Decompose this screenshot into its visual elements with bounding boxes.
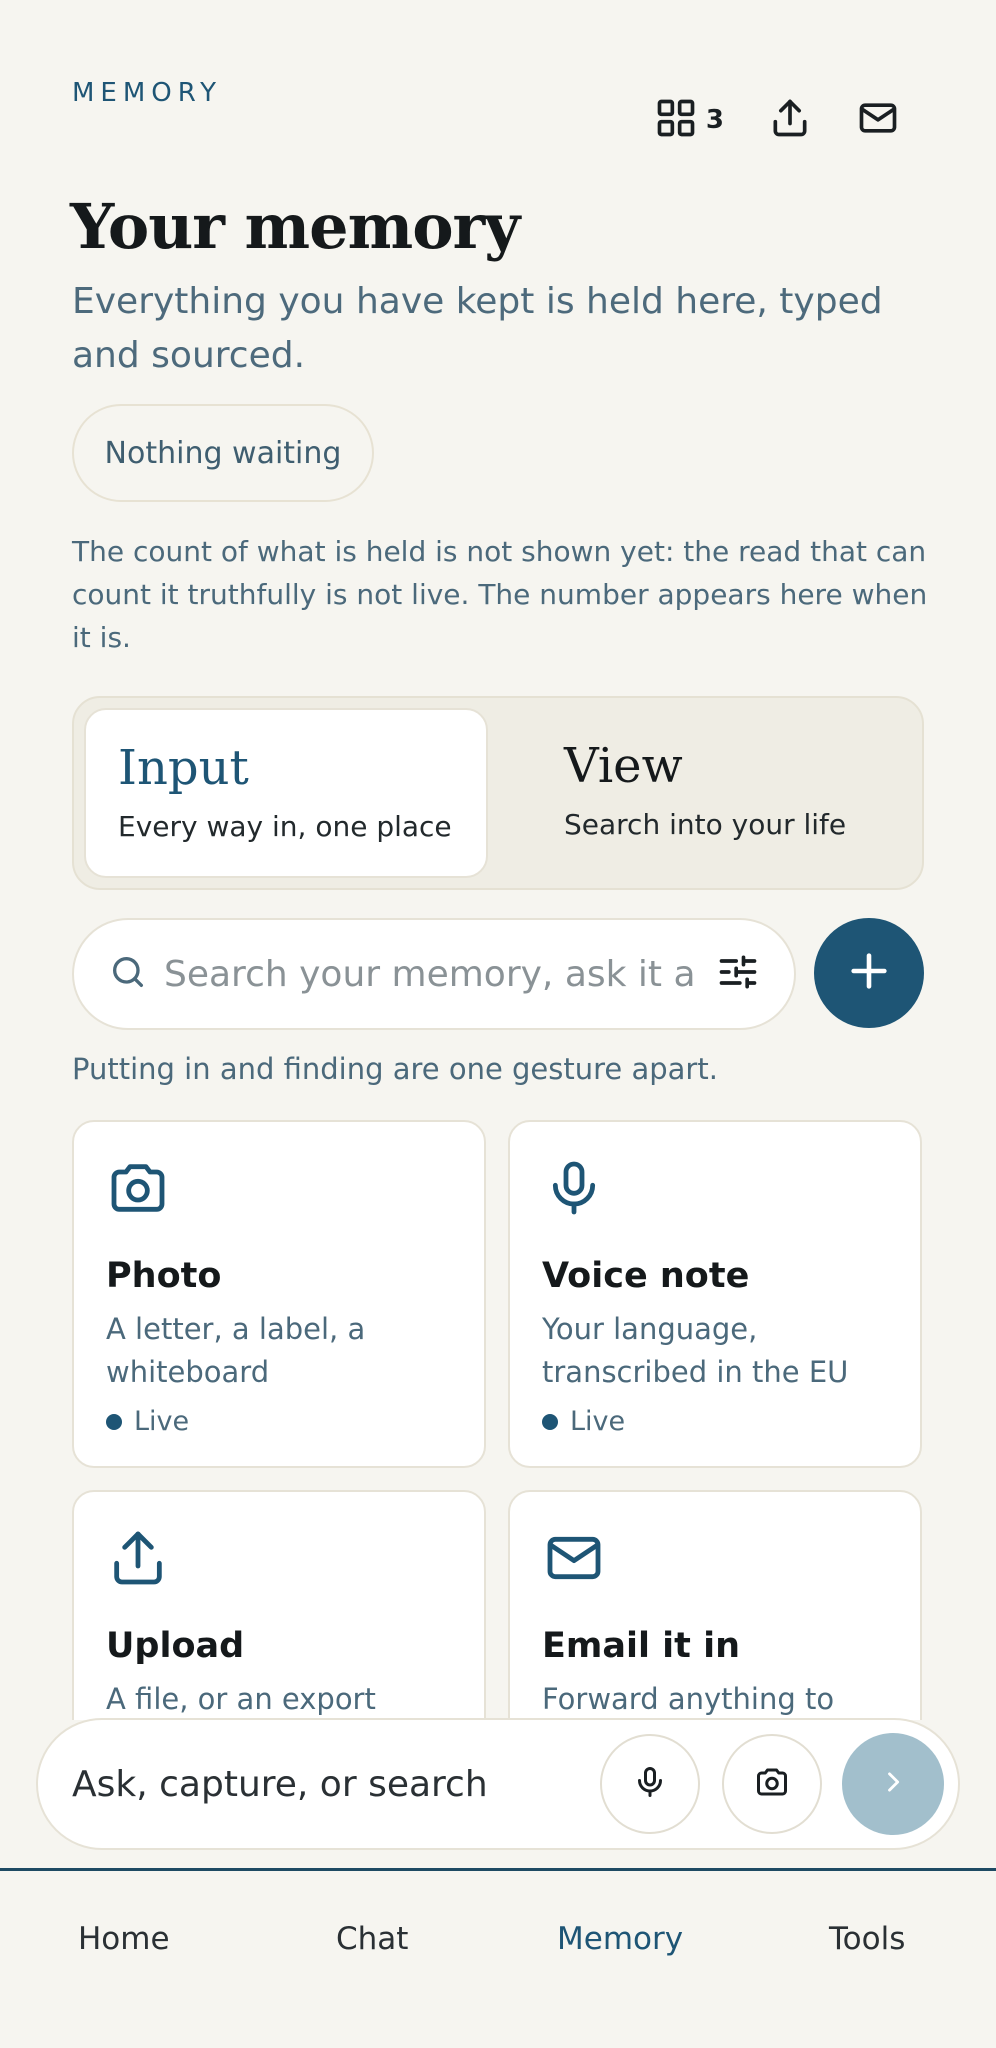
camera-icon — [754, 1764, 790, 1804]
collections-count: 3 — [705, 105, 724, 135]
export-button[interactable] — [768, 96, 812, 144]
card-photo-status-label: Live — [134, 1406, 190, 1437]
card-upload[interactable]: Upload A file, or an export from — [72, 1490, 486, 1720]
card-upload-title: Upload — [106, 1626, 245, 1666]
card-email[interactable]: Email it in Forward anything to — [508, 1490, 922, 1720]
camera-icon — [106, 1164, 170, 1224]
mail-icon — [542, 1536, 606, 1594]
filter-icon[interactable] — [716, 950, 760, 998]
bottom-tab-bar: Home Chat Memory Tools — [0, 1868, 996, 2048]
upload-icon — [106, 1531, 170, 1594]
top-actions: 3 — [654, 96, 900, 144]
card-upload-desc: A file, or an export from — [106, 1682, 376, 1716]
card-email-desc: Forward anything to — [542, 1682, 835, 1716]
card-email-title: Email it in — [542, 1626, 741, 1666]
composer-input[interactable] — [72, 1763, 578, 1805]
card-voice-status: Live — [542, 1406, 888, 1437]
tab-chat[interactable]: Chat — [336, 1921, 408, 1957]
tab-view[interactable]: View Search into your life — [532, 708, 936, 878]
card-voice-desc: Your language, transcribed in the EU — [542, 1312, 849, 1389]
email-button[interactable] — [856, 96, 900, 144]
search-icon — [108, 952, 148, 996]
camera-capture-button[interactable] — [722, 1734, 822, 1834]
grid-icon — [654, 96, 698, 144]
card-photo[interactable]: Photo A letter, a label, a whiteboard Li… — [72, 1120, 486, 1468]
collections-button[interactable]: 3 — [654, 96, 724, 144]
search-bar — [72, 918, 796, 1030]
card-photo-desc: A letter, a label, a whiteboard — [106, 1312, 366, 1389]
voice-capture-button[interactable] — [600, 1734, 700, 1834]
count-note: The count of what is held is not shown y… — [72, 535, 928, 654]
plus-icon — [846, 948, 892, 998]
microphone-icon — [632, 1764, 668, 1804]
composer-bar — [36, 1718, 960, 1850]
search-hint: Putting in and finding are one gesture a… — [72, 1052, 718, 1086]
tab-input-title: Input — [118, 740, 249, 796]
status-dot — [542, 1413, 558, 1430]
memory-screen: MEMORY 3 Your memory Everything you have… — [0, 0, 996, 2048]
card-voice-title: Voice note — [542, 1256, 750, 1296]
mail-icon — [856, 96, 900, 144]
microphone-icon — [542, 1161, 606, 1224]
card-voice-note[interactable]: Voice note Your language, transcribed in… — [508, 1120, 922, 1468]
page-title: Your memory — [70, 190, 520, 263]
upload-icon — [768, 96, 812, 144]
tab-input[interactable]: Input Every way in, one place — [84, 708, 488, 878]
page-subtitle: Everything you have kept is held here, t… — [72, 281, 883, 376]
tab-home[interactable]: Home — [78, 1921, 170, 1957]
tab-view-desc: Search into your life — [564, 808, 847, 841]
tab-memory[interactable]: Memory — [557, 1921, 683, 1957]
tab-input-desc: Every way in, one place — [118, 810, 452, 843]
card-photo-status: Live — [106, 1406, 452, 1437]
section-eyebrow: MEMORY — [72, 78, 223, 108]
mode-switch: Input Every way in, one place View Searc… — [72, 696, 924, 890]
card-voice-status-label: Live — [570, 1406, 626, 1437]
status-chip: Nothing waiting — [72, 404, 374, 502]
search-input[interactable] — [164, 953, 696, 995]
tab-view-title: View — [564, 738, 683, 794]
card-photo-title: Photo — [106, 1256, 222, 1296]
add-button[interactable] — [814, 918, 924, 1028]
send-button[interactable] — [842, 1733, 944, 1835]
status-dot — [106, 1413, 122, 1430]
tab-tools[interactable]: Tools — [829, 1921, 905, 1957]
input-methods-grid: Photo A letter, a label, a whiteboard Li… — [0, 1120, 996, 1720]
chevron-right-icon — [879, 1768, 907, 1800]
